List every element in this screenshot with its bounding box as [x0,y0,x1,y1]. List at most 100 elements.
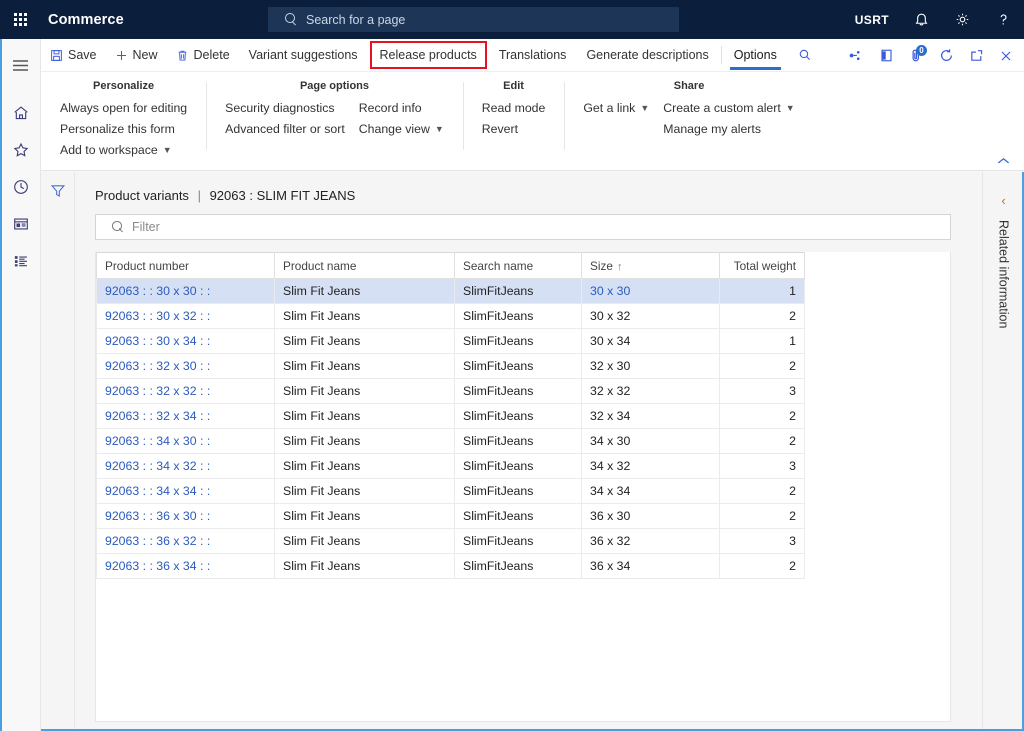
company-selector[interactable]: USRT [843,0,901,39]
cell-search-name[interactable]: SlimFitJeans [455,529,582,554]
cell-search-name[interactable]: SlimFitJeans [455,554,582,579]
sidebar-item-home[interactable] [0,94,41,131]
column-header-total-weight[interactable]: Total weight [720,253,805,279]
table-row[interactable]: 92063 : : 32 x 30 : :Slim Fit JeansSlimF… [97,354,805,379]
cell-total-weight[interactable]: 1 [720,279,805,304]
option-change-view[interactable]: Change view ▼ [354,120,449,138]
cell-product-name[interactable]: Slim Fit Jeans [275,404,455,429]
sidebar-item-workspaces[interactable] [0,205,41,242]
tab-release-products[interactable]: Release products [370,41,487,69]
close-icon[interactable] [992,39,1020,72]
table-row[interactable]: 92063 : : 36 x 34 : :Slim Fit JeansSlimF… [97,554,805,579]
cell-size[interactable]: 30 x 30 [582,279,720,304]
table-row[interactable]: 92063 : : 30 x 32 : :Slim Fit JeansSlimF… [97,304,805,329]
cell-product-number[interactable]: 92063 : : 32 x 34 : : [97,404,275,429]
cell-search-name[interactable]: SlimFitJeans [455,329,582,354]
table-row[interactable]: 92063 : : 34 x 34 : :Slim Fit JeansSlimF… [97,479,805,504]
attachments-icon[interactable]: 0 [902,39,930,72]
cell-search-name[interactable]: SlimFitJeans [455,279,582,304]
notifications-bell-icon[interactable] [901,0,942,39]
table-row[interactable]: 92063 : : 30 x 34 : :Slim Fit JeansSlimF… [97,329,805,354]
option-manage-my-alerts[interactable]: Manage my alerts [658,120,799,138]
global-search-input[interactable]: Search for a page [268,7,679,32]
table-row[interactable]: 92063 : : 32 x 32 : :Slim Fit JeansSlimF… [97,379,805,404]
sidebar-item-modules[interactable] [0,242,41,279]
cell-product-name[interactable]: Slim Fit Jeans [275,554,455,579]
table-row[interactable]: 92063 : : 36 x 32 : :Slim Fit JeansSlimF… [97,529,805,554]
cell-size[interactable]: 32 x 34 [582,404,720,429]
option-read-mode[interactable]: Read mode [477,99,551,117]
option-personalize-this-form[interactable]: Personalize this form [55,120,192,138]
cell-size[interactable]: 30 x 32 [582,304,720,329]
column-header-product-number[interactable]: Product number [97,253,275,279]
cell-total-weight[interactable]: 2 [720,554,805,579]
cell-product-number[interactable]: 92063 : : 36 x 34 : : [97,554,275,579]
cell-size[interactable]: 34 x 30 [582,429,720,454]
cell-size[interactable]: 32 x 30 [582,354,720,379]
tab-variant-suggestions[interactable]: Variant suggestions [239,39,368,72]
table-row[interactable]: 92063 : : 36 x 30 : :Slim Fit JeansSlimF… [97,504,805,529]
cell-size[interactable]: 36 x 32 [582,529,720,554]
cell-total-weight[interactable]: 2 [720,504,805,529]
refresh-icon[interactable] [932,39,960,72]
cell-product-number[interactable]: 92063 : : 34 x 30 : : [97,429,275,454]
cell-search-name[interactable]: SlimFitJeans [455,479,582,504]
sidebar-item-recent[interactable] [0,168,41,205]
cell-search-name[interactable]: SlimFitJeans [455,379,582,404]
cell-product-number[interactable]: 92063 : : 36 x 32 : : [97,529,275,554]
cell-total-weight[interactable]: 2 [720,429,805,454]
table-row[interactable]: 92063 : : 30 x 30 : :Slim Fit JeansSlimF… [97,279,805,304]
cell-product-number[interactable]: 92063 : : 30 x 30 : : [97,279,275,304]
cell-search-name[interactable]: SlimFitJeans [455,504,582,529]
cell-product-name[interactable]: Slim Fit Jeans [275,529,455,554]
table-row[interactable]: 92063 : : 32 x 34 : :Slim Fit JeansSlimF… [97,404,805,429]
action-pane-search-icon[interactable] [787,39,823,72]
hamburger-menu-icon[interactable] [0,47,41,84]
column-header-search-name[interactable]: Search name [455,253,582,279]
cell-total-weight[interactable]: 2 [720,304,805,329]
cell-product-number[interactable]: 92063 : : 34 x 34 : : [97,479,275,504]
tab-generate-descriptions[interactable]: Generate descriptions [576,39,718,72]
cell-size[interactable]: 36 x 34 [582,554,720,579]
cell-product-name[interactable]: Slim Fit Jeans [275,379,455,404]
chevron-left-icon[interactable]: ‹ [1001,193,1005,208]
cell-search-name[interactable]: SlimFitJeans [455,354,582,379]
table-row[interactable]: 92063 : : 34 x 32 : :Slim Fit JeansSlimF… [97,454,805,479]
cell-total-weight[interactable]: 2 [720,404,805,429]
option-revert[interactable]: Revert [477,120,551,138]
cell-total-weight[interactable]: 2 [720,479,805,504]
sidebar-item-favorites[interactable] [0,131,41,168]
cell-size[interactable]: 34 x 34 [582,479,720,504]
cell-search-name[interactable]: SlimFitJeans [455,429,582,454]
cell-total-weight[interactable]: 3 [720,454,805,479]
power-platform-flow-icon[interactable] [842,39,870,72]
app-launcher-icon[interactable] [0,0,40,39]
settings-gear-icon[interactable] [942,0,983,39]
collapse-action-pane-chevron-up-icon[interactable] [997,156,1010,168]
cell-product-name[interactable]: Slim Fit Jeans [275,304,455,329]
column-header-size[interactable]: Size↑ [582,253,720,279]
cell-size[interactable]: 36 x 30 [582,504,720,529]
cell-total-weight[interactable]: 1 [720,329,805,354]
cell-product-name[interactable]: Slim Fit Jeans [275,454,455,479]
cell-product-number[interactable]: 92063 : : 34 x 32 : : [97,454,275,479]
grid-filter-input[interactable]: Filter [95,214,951,240]
cell-total-weight[interactable]: 3 [720,529,805,554]
cell-product-name[interactable]: Slim Fit Jeans [275,329,455,354]
option-security-diagnostics[interactable]: Security diagnostics [220,99,350,117]
column-header-product-name[interactable]: Product name [275,253,455,279]
cell-size[interactable]: 30 x 34 [582,329,720,354]
brand-title[interactable]: Commerce [48,12,124,28]
cell-product-name[interactable]: Slim Fit Jeans [275,429,455,454]
option-create-a-custom-alert[interactable]: Create a custom alert ▼ [658,99,799,117]
cell-total-weight[interactable]: 3 [720,379,805,404]
tab-translations[interactable]: Translations [489,39,577,72]
cell-product-number[interactable]: 92063 : : 32 x 32 : : [97,379,275,404]
delete-button[interactable]: Delete [167,39,239,72]
option-add-to-workspace[interactable]: Add to workspace ▼ [55,141,192,159]
cell-search-name[interactable]: SlimFitJeans [455,304,582,329]
option-record-info[interactable]: Record info [354,99,449,117]
cell-total-weight[interactable]: 2 [720,354,805,379]
cell-search-name[interactable]: SlimFitJeans [455,454,582,479]
cell-search-name[interactable]: SlimFitJeans [455,404,582,429]
